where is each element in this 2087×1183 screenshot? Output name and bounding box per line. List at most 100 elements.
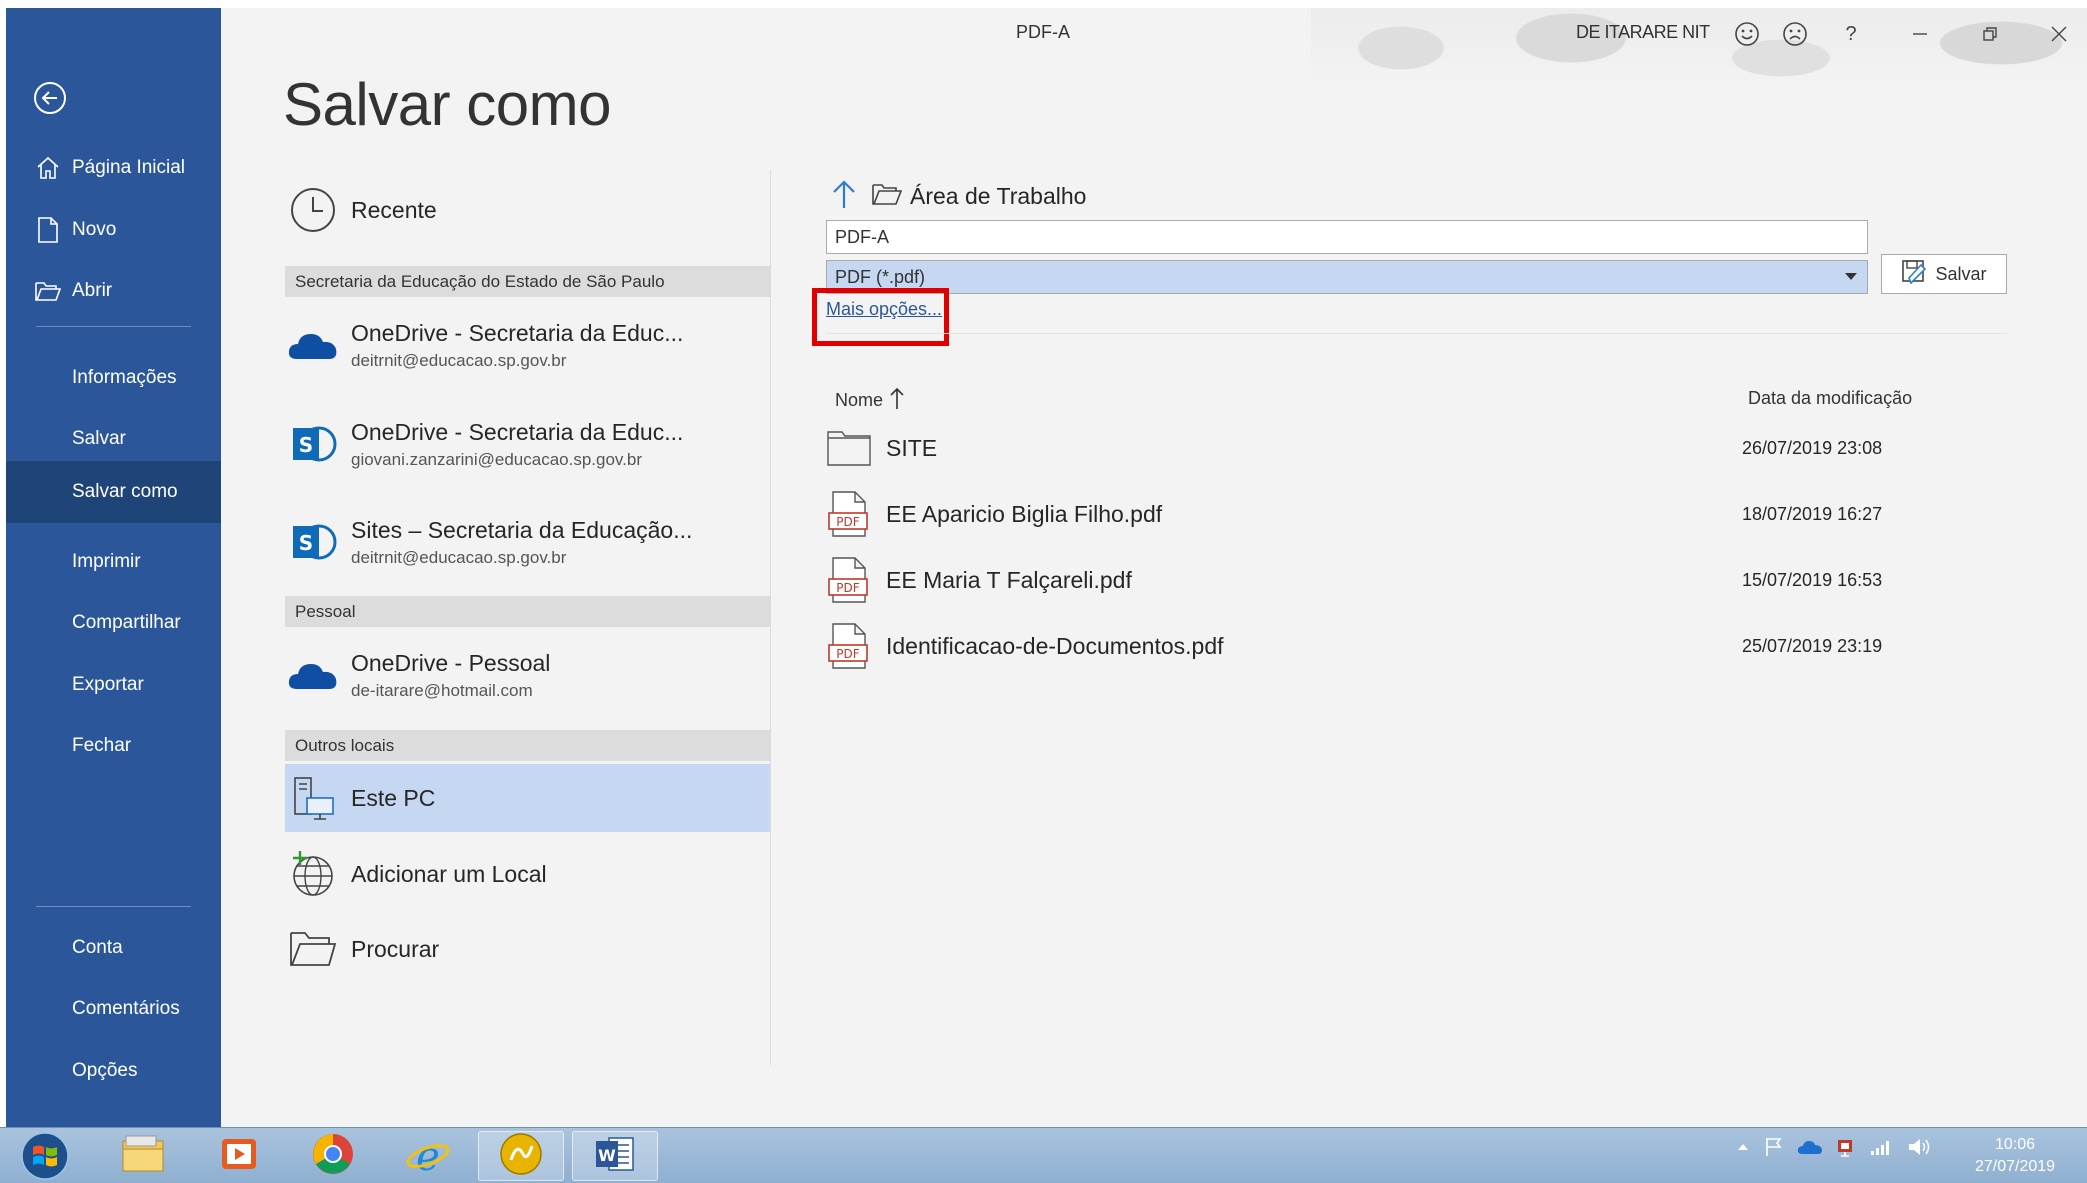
chevron-down-icon <box>1845 273 1857 280</box>
folder-icon <box>826 425 872 471</box>
nav-item-share[interactable]: Compartilhar <box>6 593 221 653</box>
clock-date: 27/07/2019 <box>1974 1158 2056 1175</box>
sharepoint-icon: S <box>285 514 341 570</box>
taskbar-app-yellow[interactable] <box>478 1131 564 1181</box>
sort-up-arrow-icon <box>889 386 905 415</box>
onedrive-tray-icon[interactable] <box>1797 1138 1823 1161</box>
current-folder-label[interactable]: Área de Trabalho <box>910 183 1086 210</box>
column-header-name[interactable]: Nome <box>835 386 905 415</box>
folder-icon <box>872 182 903 211</box>
frown-icon[interactable] <box>1779 18 1811 50</box>
title-bar: PDF-A DE ITARARE NIT ? <box>221 8 2087 88</box>
svg-text:W: W <box>598 1146 616 1165</box>
save-icon <box>1901 259 1927 290</box>
nav-item-info[interactable]: Informações <box>6 348 221 408</box>
taskbar-word[interactable]: W <box>572 1131 658 1181</box>
save-button[interactable]: Salvar <box>1881 254 2007 294</box>
word-icon: W <box>593 1132 637 1181</box>
chrome-icon <box>311 1132 355 1181</box>
start-button[interactable] <box>14 1131 76 1181</box>
nav-item-new[interactable]: Novo <box>6 200 221 260</box>
restore-icon[interactable] <box>1974 18 2006 50</box>
window-top-edge <box>0 0 2087 8</box>
column-divider <box>770 170 771 1065</box>
open-folder-icon <box>34 277 62 305</box>
globe-add-icon <box>285 846 341 902</box>
nav-item-options[interactable]: Opções <box>6 1041 221 1101</box>
place-sites-education[interactable]: S Sites – Secretaria da Educação... deit… <box>285 502 771 582</box>
windows-taskbar: e W 10:06 27/07/2019 <box>0 1127 2087 1183</box>
place-add-location[interactable]: Adicionar um Local <box>285 840 771 908</box>
nav-item-feedback[interactable]: Comentários <box>6 979 221 1039</box>
onedrive-cloud-icon <box>285 647 341 703</box>
taskbar-clock[interactable]: 10:06 27/07/2019 <box>1960 1134 2070 1178</box>
location-breadcrumb: Área de Trabalho <box>828 178 1086 215</box>
nav-item-save[interactable]: Salvar <box>6 409 221 469</box>
help-icon[interactable]: ? <box>1835 18 1867 50</box>
svg-text:PDF: PDF <box>836 581 859 595</box>
volume-icon[interactable] <box>1907 1136 1931 1163</box>
nav-item-open[interactable]: Abrir <box>6 261 221 321</box>
action-center-flag-icon[interactable] <box>1763 1136 1785 1163</box>
app-yellow-circle-icon <box>499 1132 543 1181</box>
system-tray <box>1735 1136 1931 1163</box>
title-bar-decoration <box>1311 8 2087 88</box>
nav-item-account[interactable]: Conta <box>6 918 221 978</box>
pdf-file-icon: PDF <box>826 623 872 669</box>
document-title: PDF-A <box>1016 22 1070 42</box>
nav-item-export[interactable]: Exportar <box>6 655 221 715</box>
internet-explorer-icon: e <box>405 1132 451 1181</box>
place-onedrive-education-2[interactable]: S OneDrive - Secretaria da Educ... giova… <box>285 404 771 484</box>
network-device-icon[interactable] <box>1835 1136 1857 1163</box>
file-row[interactable]: SITE 26/07/2019 23:08 <box>826 418 2007 478</box>
place-browse[interactable]: Procurar <box>285 915 771 983</box>
up-arrow-icon[interactable] <box>828 178 860 215</box>
place-recent[interactable]: Recente <box>285 180 771 240</box>
sharepoint-icon: S <box>285 416 341 472</box>
taskbar-chrome[interactable] <box>290 1131 376 1181</box>
new-document-icon <box>34 216 62 244</box>
back-arrow-icon[interactable] <box>32 80 68 116</box>
section-header-education: Secretaria da Educação do Estado de São … <box>285 266 771 297</box>
section-header-other: Outros locais <box>285 730 771 761</box>
minimize-icon[interactable] <box>1904 18 1936 50</box>
backstage-nav: Página Inicial Novo Abrir Informações Sa… <box>6 8 221 1127</box>
clock-time: 10:06 <box>1994 1136 2036 1153</box>
pdf-file-icon: PDF <box>826 491 872 537</box>
nav-separator <box>36 326 191 327</box>
filetype-select[interactable]: PDF (*.pdf) <box>826 260 1868 294</box>
filename-input[interactable] <box>826 220 1868 254</box>
close-icon[interactable] <box>2043 18 2075 50</box>
nav-item-home[interactable]: Página Inicial <box>6 138 221 198</box>
nav-item-save-as[interactable]: Salvar como <box>6 461 221 523</box>
highlight-annotation-box <box>812 288 949 346</box>
onedrive-cloud-icon <box>285 317 341 373</box>
nav-item-close[interactable]: Fechar <box>6 716 221 776</box>
home-icon <box>34 154 62 182</box>
pdf-file-icon: PDF <box>826 557 872 603</box>
page-title: Salvar como <box>283 71 611 138</box>
file-row[interactable]: PDF EE Aparicio Biglia Filho.pdf 18/07/2… <box>826 484 2007 544</box>
file-row[interactable]: PDF EE Maria T Falçareli.pdf 15/07/2019 … <box>826 550 2007 610</box>
nav-item-print[interactable]: Imprimir <box>6 532 221 592</box>
taskbar-internet-explorer[interactable]: e <box>385 1131 471 1181</box>
signal-strength-icon[interactable] <box>1869 1137 1895 1162</box>
smile-icon[interactable] <box>1731 18 1763 50</box>
svg-text:S: S <box>299 531 313 555</box>
taskbar-media-player[interactable] <box>196 1131 282 1181</box>
place-onedrive-education[interactable]: OneDrive - Secretaria da Educ... deitrni… <box>285 305 771 385</box>
tray-expand-arrow-icon[interactable] <box>1735 1139 1751 1160</box>
place-onedrive-personal[interactable]: OneDrive - Pessoal de-itarare@hotmail.co… <box>285 635 771 715</box>
section-header-personal: Pessoal <box>285 596 771 627</box>
file-row[interactable]: PDF Identificacao-de-Documentos.pdf 25/0… <box>826 616 2007 676</box>
user-name[interactable]: DE ITARARE NIT <box>1576 22 1710 43</box>
clock-icon <box>285 182 341 238</box>
place-this-pc[interactable]: Este PC <box>285 764 771 832</box>
pane-separator <box>826 333 2007 334</box>
taskbar-file-explorer[interactable] <box>100 1131 186 1181</box>
column-header-date[interactable]: Data da modificação <box>1748 388 1912 409</box>
svg-text:e: e <box>416 1134 440 1176</box>
open-folder-icon <box>285 921 341 977</box>
word-backstage-window: Página Inicial Novo Abrir Informações Sa… <box>0 0 2087 1127</box>
nav-separator <box>36 906 191 907</box>
